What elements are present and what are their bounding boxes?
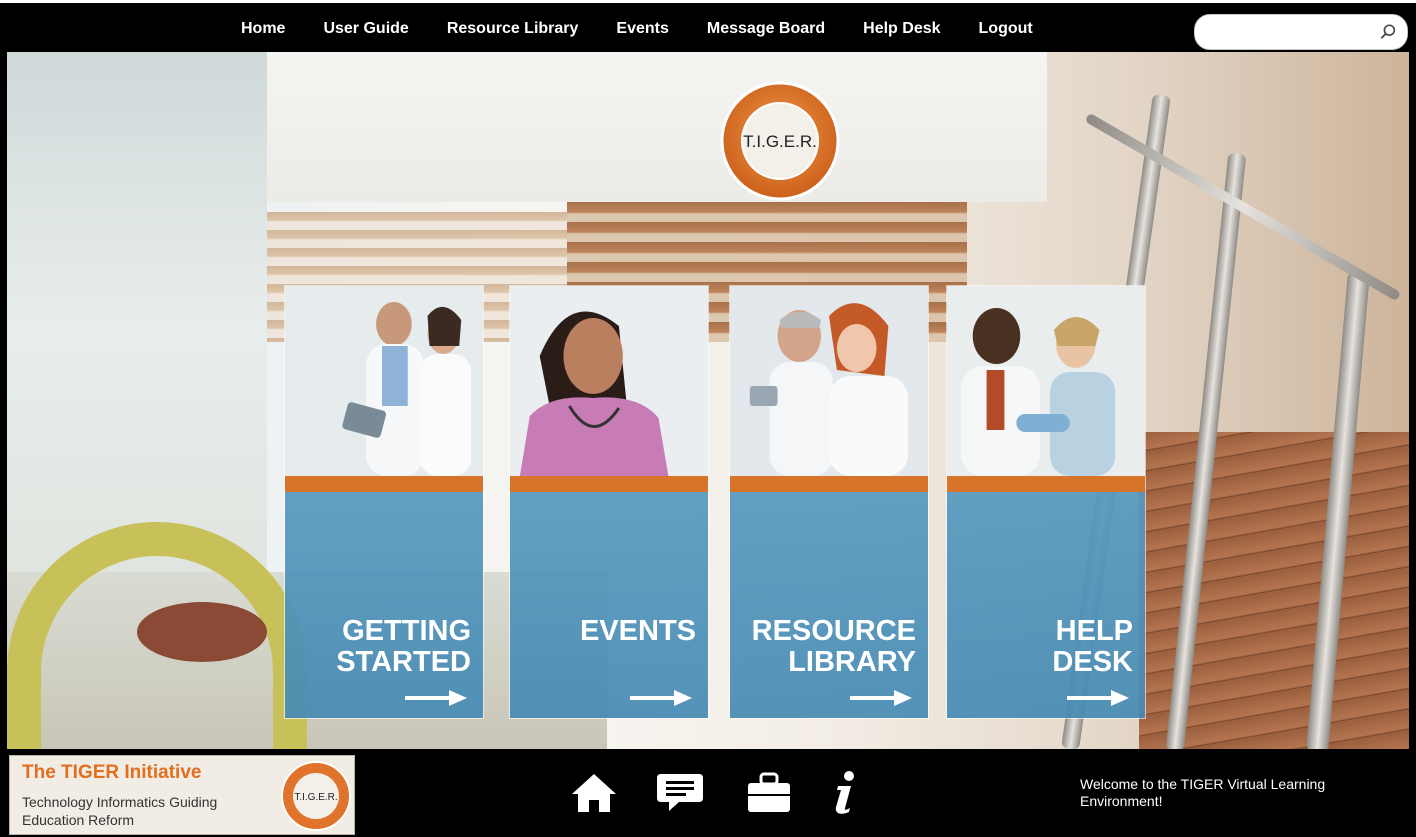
tile-photo-patient [947,286,1145,476]
background-table [137,602,267,662]
arrow-right-icon [1067,690,1129,706]
tile-accent-bar [730,476,928,492]
search-input[interactable] [1209,15,1379,49]
nav-message-board[interactable]: Message Board [707,20,825,38]
tile-getting-started[interactable]: GETTING STARTED [284,285,484,719]
tile-photo-doctors [285,286,483,476]
tile-photo-nurse [510,286,708,476]
tiger-badge-logo: T.I.G.E.R. [281,761,351,831]
nav-help-desk[interactable]: Help Desk [863,20,940,38]
arrow-right-icon [405,690,467,706]
tile-events[interactable]: EVENTS [509,285,709,719]
home-icon[interactable] [569,770,619,814]
tile-panel [947,492,1145,718]
chat-icon[interactable] [655,770,705,814]
background-ceiling [267,52,1047,202]
nav-menu: Home User Guide Resource Library Events … [241,3,1071,55]
tile-resource-library[interactable]: RESOURCE LIBRARY [729,285,929,719]
top-navigation-bar: Home User Guide Resource Library Events … [0,0,1416,52]
tile-panel [510,492,708,718]
tile-accent-bar [947,476,1145,492]
tile-accent-bar [510,476,708,492]
arrow-right-icon [630,690,692,706]
tile-accent-bar [285,476,483,492]
brand-subtitle-line2: Education Reform [22,812,135,828]
tiger-logo: T.I.G.E.R. [720,81,840,201]
nav-home[interactable]: Home [241,20,285,38]
info-icon[interactable] [820,770,870,814]
tile-label: RESOURCE LIBRARY [751,615,916,678]
tile-photo-lab [730,286,928,476]
tile-label: HELP DESK [1052,615,1133,678]
nav-events[interactable]: Events [616,20,668,38]
tile-panel [285,492,483,718]
welcome-message: Welcome to the TIGER Virtual Learning En… [1080,776,1326,809]
brand-title: The TIGER Initiative [22,762,202,783]
logo-text: T.I.G.E.R. [743,132,817,151]
arrow-right-icon [850,690,912,706]
nav-resource-library[interactable]: Resource Library [447,20,579,38]
tiger-initiative-brand[interactable]: The TIGER Initiative Technology Informat… [9,755,355,835]
briefcase-icon[interactable] [744,770,794,814]
tile-label: GETTING STARTED [336,615,471,678]
nav-user-guide[interactable]: User Guide [323,20,408,38]
search-box [1194,14,1408,50]
badge-text: T.I.G.E.R. [294,792,337,803]
tile-help-desk[interactable]: HELP DESK [946,285,1146,719]
nav-logout[interactable]: Logout [979,20,1033,38]
search-icon[interactable] [1379,23,1397,41]
brand-subtitle-line1: Technology Informatics Guiding [22,794,218,810]
tile-panel [730,492,928,718]
tile-label: EVENTS [579,615,696,647]
